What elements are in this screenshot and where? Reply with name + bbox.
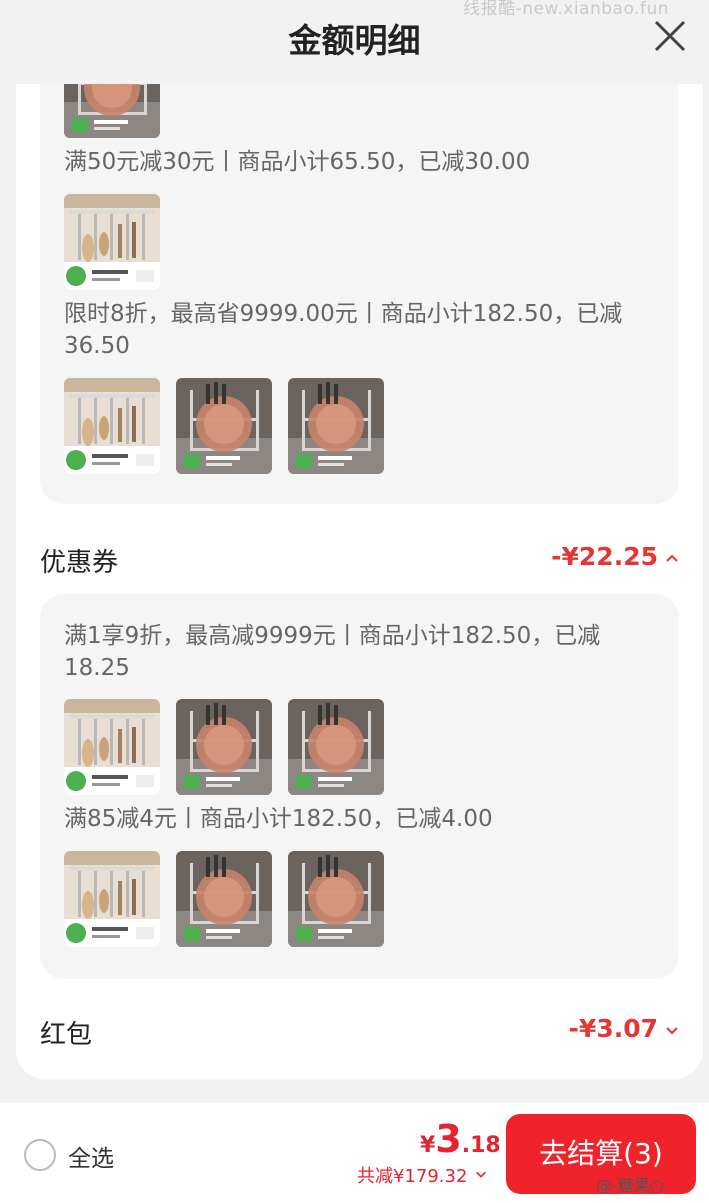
product-thumbnail[interactable] xyxy=(64,851,160,947)
page-title: 金额明细 xyxy=(288,21,421,60)
product-lid-rack-image xyxy=(64,84,160,138)
amount-detail-card: 满50元减30元丨商品小计65.50，已减30.00 限时8折，最高省9999.… xyxy=(16,84,703,1079)
product-thumbnail[interactable] xyxy=(64,699,160,795)
coupon-section-header[interactable]: 优惠券 -¥22.25 xyxy=(40,540,680,580)
product-lid-rack-image xyxy=(288,378,384,474)
chevron-up-icon[interactable] xyxy=(664,550,680,566)
price-decimal: .18 xyxy=(461,1133,501,1158)
coupon-amount: -¥22.25 xyxy=(551,542,658,571)
product-thumbnail[interactable] xyxy=(288,851,384,947)
product-lid-rack-image xyxy=(176,378,272,474)
promotion-text: 限时8折，最高省9999.00元丨商品小计182.50，已减36.50 xyxy=(64,301,623,359)
product-thumbnail[interactable] xyxy=(176,378,272,474)
red-packet-amount: -¥3.07 xyxy=(568,1014,658,1043)
coupon-item-text: 满85减4元丨商品小计182.50，已减4.00 xyxy=(64,806,493,832)
product-thumbnail[interactable] xyxy=(176,699,272,795)
product-thumbnail[interactable] xyxy=(64,378,160,474)
product-lid-rack-image xyxy=(176,851,272,947)
select-all-label[interactable]: 全选 xyxy=(68,1139,114,1173)
product-thumbnail[interactable] xyxy=(64,194,160,290)
product-thumbnail[interactable] xyxy=(64,84,160,138)
currency-symbol: ¥ xyxy=(420,1133,436,1158)
product-rack-image xyxy=(64,194,160,290)
product-lid-rack-image xyxy=(288,699,384,795)
price-integer: 3 xyxy=(435,1117,462,1161)
coupon-label: 优惠券 xyxy=(40,548,119,578)
select-all-radio[interactable] xyxy=(24,1139,56,1171)
close-button[interactable] xyxy=(650,16,690,56)
coupon-item-text: 满1享9折，最高减9999元丨商品小计182.50，已减18.25 xyxy=(64,623,601,681)
product-lid-rack-image xyxy=(176,699,272,795)
product-rack-image xyxy=(64,699,160,795)
total-price: ¥3.18 xyxy=(420,1117,501,1161)
product-thumbnail[interactable] xyxy=(288,378,384,474)
red-packet-label: 红包 xyxy=(40,1020,93,1050)
close-icon xyxy=(654,20,686,52)
weibo-watermark: @-糖果○ xyxy=(596,1176,664,1195)
chevron-down-icon[interactable] xyxy=(474,1167,488,1181)
product-thumbnail[interactable] xyxy=(288,699,384,795)
total-discount[interactable]: 共减¥179.32 xyxy=(357,1162,467,1188)
product-rack-image xyxy=(64,851,160,947)
chevron-down-icon[interactable] xyxy=(664,1022,680,1038)
modal-header: 线报酷-new.xianbao.fun 金额明细 xyxy=(0,0,709,84)
product-rack-image xyxy=(64,378,160,474)
product-lid-rack-image xyxy=(288,851,384,947)
promotion-text: 满50元减30元丨商品小计65.50，已减30.00 xyxy=(64,149,531,175)
red-packet-section-header[interactable]: 红包 -¥3.07 xyxy=(40,1012,680,1052)
product-thumbnail[interactable] xyxy=(176,851,272,947)
